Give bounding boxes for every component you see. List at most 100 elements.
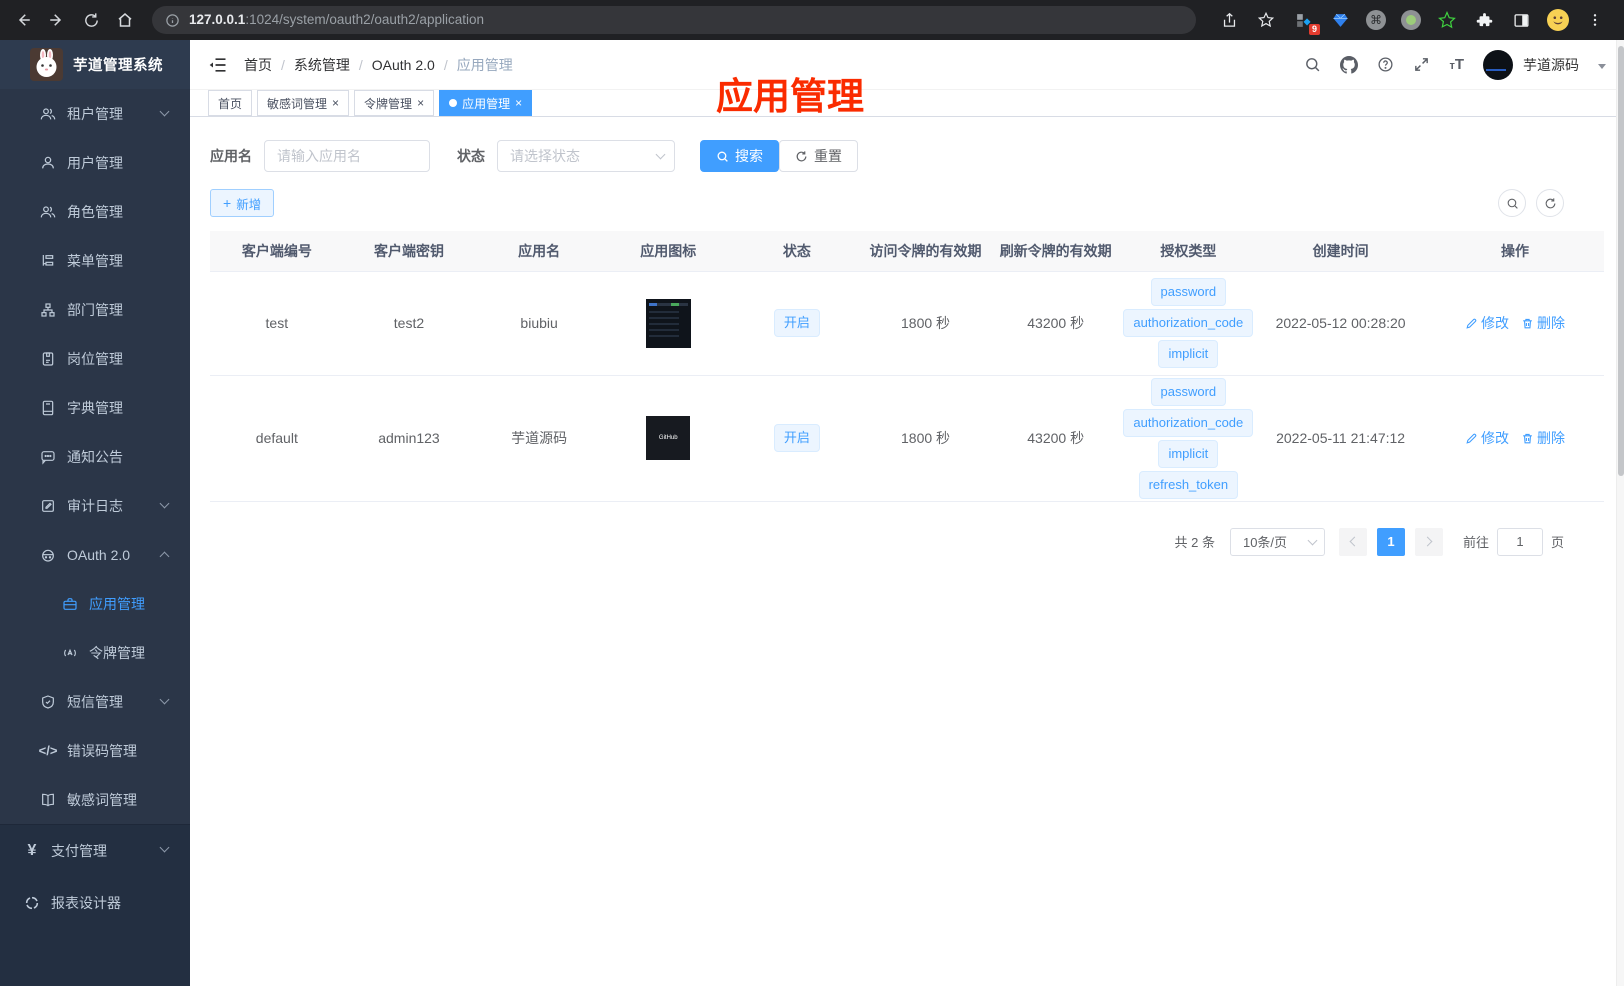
edit-link[interactable]: 修改: [1465, 428, 1509, 448]
tab-label: 首页: [218, 96, 243, 111]
sidebar-item-oauth-token[interactable]: 令牌管理: [0, 628, 190, 677]
tab-application[interactable]: 应用管理: [439, 90, 533, 116]
extension-star-button[interactable]: [1436, 9, 1458, 31]
roles-icon: [40, 204, 56, 220]
chevron-down-icon: [655, 149, 666, 160]
delete-link[interactable]: 删除: [1521, 428, 1565, 448]
breadcrumb-system[interactable]: 系统管理: [294, 55, 363, 75]
grant-type-tag: implicit: [1158, 340, 1219, 368]
refresh-table-button[interactable]: [1536, 189, 1564, 217]
trash-icon: [1523, 318, 1532, 328]
tab-label: 令牌管理: [364, 96, 413, 111]
search-button[interactable]: 搜索: [700, 140, 779, 172]
app-name-input[interactable]: [264, 140, 430, 172]
extension-tabs-button[interactable]: 9: [1292, 9, 1320, 35]
extensions-puzzle-button[interactable]: [1473, 9, 1495, 31]
github-link[interactable]: [1340, 55, 1359, 74]
share-button[interactable]: [1218, 9, 1240, 31]
home-icon: [118, 13, 132, 27]
show-search-toggle-button[interactable]: [1498, 189, 1526, 217]
edit-link[interactable]: 修改: [1465, 313, 1509, 333]
sidebar-item-dict[interactable]: 字典管理: [0, 383, 190, 432]
col-app-name: 应用名: [474, 231, 604, 271]
delete-label: 删除: [1537, 315, 1565, 331]
browser-menu-button[interactable]: [1584, 9, 1606, 31]
side-panel-button[interactable]: [1510, 9, 1532, 31]
add-button[interactable]: 新增: [210, 189, 275, 217]
site-info-icon[interactable]: [165, 13, 180, 28]
browser-reload-button[interactable]: [76, 5, 106, 35]
chevron-right-icon: [1422, 536, 1433, 547]
tab-sensitive-word[interactable]: 敏感词管理: [257, 90, 350, 116]
search-icon: [1306, 58, 1320, 72]
tab-close-icon[interactable]: [417, 97, 424, 109]
sidebar-item-post[interactable]: 岗位管理: [0, 334, 190, 383]
chevron-up-icon: [159, 551, 170, 562]
cell-created-at: 2022-05-11 21:47:12: [1255, 374, 1427, 502]
sidebar-item-role[interactable]: 角色管理: [0, 187, 190, 236]
cell-grant-types: password authorization_code implicit: [1121, 270, 1256, 376]
sidebar-item-payment[interactable]: ¥ 支付管理: [0, 825, 190, 877]
sidebar-item-sms[interactable]: 短信管理: [0, 677, 190, 726]
grant-type-tag: password: [1150, 278, 1227, 306]
filter-form: 应用名 状态 请选择状态 搜索 重置: [210, 140, 1604, 172]
total-count: 共 2 条: [1174, 535, 1215, 550]
cell-actions: 修改 删除: [1426, 270, 1604, 376]
next-page-button[interactable]: [1414, 527, 1443, 556]
url-text: 127.0.0.1:1024/system/oauth2/oauth2/appl…: [189, 11, 484, 29]
sidebar-item-tenant[interactable]: 租户管理: [0, 89, 190, 138]
user-menu-caret-icon[interactable]: [1598, 64, 1606, 69]
prev-page-button[interactable]: [1338, 527, 1367, 556]
sidebar-item-menu[interactable]: 菜单管理: [0, 236, 190, 285]
goto-page-input[interactable]: [1496, 527, 1543, 556]
content: 应用名 状态 请选择状态 搜索 重置 新增: [190, 117, 1624, 986]
tab-token[interactable]: 令牌管理: [354, 90, 435, 116]
sidebar-item-oauth-application[interactable]: 应用管理: [0, 579, 190, 628]
status-select[interactable]: 请选择状态: [497, 140, 675, 172]
browser-back-button[interactable]: [8, 5, 38, 35]
profile-avatar-button[interactable]: [1547, 9, 1569, 31]
table-row: test test2 biubiu 开启 1800 秒 43200 秒 pass…: [210, 270, 1604, 376]
address-bar[interactable]: 127.0.0.1:1024/system/oauth2/oauth2/appl…: [152, 6, 1196, 34]
sidebar-item-report-designer[interactable]: 报表设计器: [0, 877, 190, 929]
page-scrollbar[interactable]: [1616, 40, 1624, 986]
tab-home[interactable]: 首页: [208, 90, 253, 116]
cell-app-icon: [603, 270, 733, 376]
fullscreen-button[interactable]: [1413, 56, 1430, 73]
sidebar-collapse-button[interactable]: [208, 55, 228, 75]
help-button[interactable]: [1377, 56, 1394, 73]
current-page-button[interactable]: 1: [1376, 527, 1405, 556]
sidebar-item-audit-log[interactable]: 审计日志: [0, 481, 190, 530]
sidebar-item-label: 短信管理: [67, 693, 123, 710]
extension-command-button[interactable]: ⌘: [1366, 10, 1386, 30]
font-size-button[interactable]: тT: [1449, 56, 1464, 73]
delete-link[interactable]: 删除: [1521, 313, 1565, 333]
goto-label: 前往: [1462, 535, 1489, 550]
breadcrumb-home[interactable]: 首页: [244, 55, 285, 75]
extension-badge: 9: [1308, 24, 1320, 35]
extension-recorder-button[interactable]: [1401, 10, 1421, 30]
sidebar-item-user[interactable]: 用户管理: [0, 138, 190, 187]
header-search-button[interactable]: [1304, 56, 1321, 73]
extension-gem-button[interactable]: [1329, 9, 1351, 31]
scrollbar-thumb[interactable]: [1618, 46, 1624, 476]
browser-home-button[interactable]: [110, 5, 140, 35]
app-logo: [30, 48, 63, 81]
sidebar-item-errorcode[interactable]: </> 错误码管理: [0, 726, 190, 775]
share-icon: [1223, 12, 1235, 27]
breadcrumb-oauth[interactable]: OAuth 2.0: [372, 57, 448, 73]
user-avatar[interactable]: [1483, 49, 1513, 80]
sidebar-item-dept[interactable]: 部门管理: [0, 285, 190, 334]
bookmark-button[interactable]: [1255, 9, 1277, 31]
tab-close-icon[interactable]: [515, 97, 522, 109]
grant-type-tag: authorization_code: [1123, 408, 1254, 437]
edit-pencil-icon: [1466, 318, 1477, 329]
tab-close-icon[interactable]: [332, 97, 339, 109]
sidebar-item-oauth[interactable]: OAuth 2.0: [0, 530, 190, 579]
sidebar-item-notice[interactable]: 通知公告: [0, 432, 190, 481]
grant-type-tag: authorization_code: [1123, 309, 1254, 337]
browser-forward-button[interactable]: [42, 5, 72, 35]
page-size-select[interactable]: 10条/页: [1229, 527, 1325, 556]
sidebar-item-sensitive-word[interactable]: 敏感词管理: [0, 775, 190, 824]
reset-button[interactable]: 重置: [779, 140, 858, 172]
